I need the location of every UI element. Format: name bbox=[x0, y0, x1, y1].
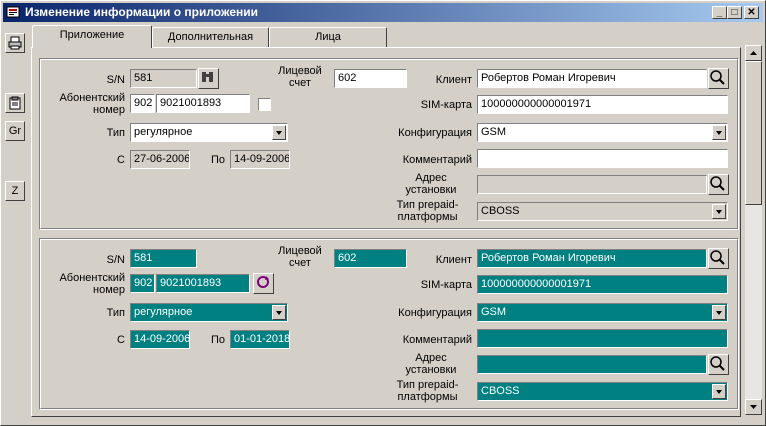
address-field[interactable] bbox=[477, 175, 707, 194]
search-icon bbox=[710, 250, 725, 265]
refresh-button[interactable] bbox=[253, 273, 274, 294]
vertical-scrollbar[interactable] bbox=[745, 45, 762, 415]
print-button[interactable] bbox=[5, 33, 25, 53]
from-date-field[interactable]: 27-06-2006 bbox=[130, 150, 190, 169]
to-date-field[interactable]: 01-01-2018 bbox=[230, 330, 290, 349]
old-record-panel: S/N 581 Абонентский номер 902 9021001893… bbox=[39, 58, 739, 230]
sim-label: SIM-карта bbox=[420, 99, 472, 111]
binoculars-icon bbox=[202, 72, 213, 82]
abonent-code-field[interactable]: 902 bbox=[130, 94, 155, 113]
sim-field[interactable]: 100000000000001971 bbox=[477, 95, 728, 114]
client-search-button[interactable] bbox=[708, 248, 729, 269]
close-button[interactable]: ✕ bbox=[744, 6, 759, 19]
sn-label: S/N bbox=[106, 74, 125, 86]
comment-field[interactable] bbox=[477, 149, 728, 168]
from-date-field[interactable]: 14-09-2006 bbox=[130, 330, 190, 349]
type-label: Тип bbox=[106, 307, 125, 319]
clipboard-icon bbox=[9, 96, 21, 110]
chevron-up-icon bbox=[750, 51, 757, 55]
address-label: Адрес установки bbox=[405, 352, 457, 376]
type-select[interactable]: регулярное bbox=[130, 303, 288, 322]
chevron-down-icon[interactable] bbox=[712, 125, 726, 140]
abonent-label: Абонентский номер bbox=[59, 92, 125, 116]
application-window: Изменение информации о приложении _ □ ✕ … bbox=[0, 0, 766, 426]
app-icon bbox=[6, 6, 20, 18]
scroll-thumb[interactable] bbox=[745, 61, 762, 205]
sim-label: SIM-карта bbox=[420, 279, 472, 291]
type-label: Тип bbox=[106, 127, 125, 139]
scroll-up-button[interactable] bbox=[745, 45, 762, 61]
gr-button[interactable]: Gr bbox=[5, 121, 25, 141]
comment-label: Комментарий bbox=[402, 334, 472, 346]
config-label: Конфигурация bbox=[398, 307, 472, 319]
type-select[interactable]: регулярное bbox=[130, 123, 288, 142]
account-label: Лицевой счет bbox=[278, 245, 322, 269]
z-button[interactable]: Z bbox=[5, 181, 25, 201]
sn-search-button[interactable] bbox=[198, 68, 219, 89]
search-icon bbox=[710, 70, 725, 85]
prepaid-label: Тип prepaid-платформы bbox=[396, 379, 459, 403]
prepaid-label: Тип prepaid-платформы bbox=[396, 199, 459, 223]
address-search-button[interactable] bbox=[708, 354, 729, 375]
prepaid-value: CBOSS bbox=[481, 385, 520, 397]
client-field[interactable]: Робертов Роман Игоревич bbox=[477, 249, 707, 268]
config-label: Конфигурация bbox=[398, 127, 472, 139]
prepaid-select[interactable]: CBOSS bbox=[477, 202, 728, 221]
config-select[interactable]: GSM bbox=[477, 303, 728, 322]
sn-field[interactable]: 581 bbox=[130, 69, 197, 88]
search-icon bbox=[710, 356, 725, 371]
config-select[interactable]: GSM bbox=[477, 123, 728, 142]
sim-field[interactable]: 100000000000001971 bbox=[477, 275, 728, 294]
chevron-down-icon[interactable] bbox=[272, 305, 286, 320]
sn-field[interactable]: 581 bbox=[130, 249, 197, 268]
chevron-down-icon bbox=[750, 405, 757, 409]
client-label: Клиент bbox=[435, 74, 472, 86]
to-label: По bbox=[210, 334, 225, 346]
account-label: Лицевой счет bbox=[278, 65, 322, 89]
abonent-phone-field[interactable]: 9021001893 bbox=[156, 274, 250, 293]
chevron-down-icon[interactable] bbox=[712, 204, 726, 219]
client-field[interactable]: Робертов Роман Игоревич bbox=[477, 69, 707, 88]
sn-label: S/N bbox=[106, 254, 125, 266]
title-bar[interactable]: Изменение информации о приложении _ □ ✕ bbox=[3, 3, 763, 22]
chevron-down-icon[interactable] bbox=[712, 384, 726, 399]
type-value: регулярное bbox=[134, 306, 193, 318]
scroll-down-button[interactable] bbox=[745, 399, 762, 415]
comment-label: Комментарий bbox=[402, 154, 472, 166]
chevron-down-icon[interactable] bbox=[272, 125, 286, 140]
tab-persons[interactable]: Лица bbox=[269, 27, 387, 47]
tab-application[interactable]: Приложение bbox=[32, 25, 152, 48]
abonent-phone-field[interactable]: 9021001893 bbox=[156, 94, 250, 113]
tab-additional[interactable]: Дополнительная bbox=[152, 27, 269, 47]
to-date-field[interactable]: 14-09-2006 bbox=[230, 150, 290, 169]
address-field[interactable] bbox=[477, 355, 707, 374]
clipboard-button[interactable] bbox=[5, 93, 25, 113]
address-search-button[interactable] bbox=[708, 174, 729, 195]
abonent-code-field[interactable]: 902 bbox=[130, 274, 155, 293]
new-record-panel: S/N 581 Абонентский номер 902 9021001893… bbox=[39, 238, 739, 410]
address-label: Адрес установки bbox=[405, 172, 457, 196]
client-label: Клиент bbox=[435, 254, 472, 266]
abonent-checkbox[interactable] bbox=[258, 98, 271, 111]
window-title: Изменение информации о приложении bbox=[25, 5, 259, 19]
refresh-icon bbox=[257, 276, 269, 288]
printer-icon bbox=[8, 36, 22, 50]
minimize-button[interactable]: _ bbox=[712, 6, 727, 19]
from-label: С bbox=[117, 154, 125, 166]
to-label: По bbox=[210, 154, 225, 166]
comment-field[interactable] bbox=[477, 329, 728, 348]
from-label: С bbox=[117, 334, 125, 346]
client-search-button[interactable] bbox=[708, 68, 729, 89]
config-value: GSM bbox=[481, 306, 507, 318]
chevron-down-icon[interactable] bbox=[712, 305, 726, 320]
prepaid-value: CBOSS bbox=[481, 205, 520, 217]
type-value: регулярное bbox=[134, 126, 193, 138]
prepaid-select[interactable]: CBOSS bbox=[477, 382, 728, 401]
maximize-button[interactable]: □ bbox=[727, 6, 742, 19]
config-value: GSM bbox=[481, 126, 507, 138]
abonent-label: Абонентский номер bbox=[59, 272, 125, 296]
search-icon bbox=[710, 176, 725, 191]
